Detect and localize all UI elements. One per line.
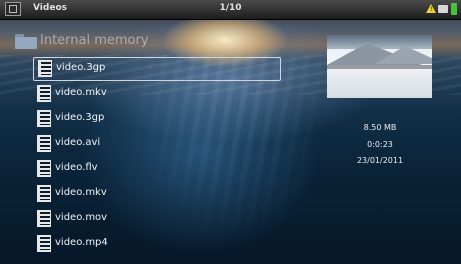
- file-name: video.mkv: [55, 87, 107, 98]
- file-item-2[interactable]: video.mkv: [33, 83, 281, 107]
- file-name: video.3gp: [55, 112, 105, 123]
- folder-label[interactable]: Internal memory: [40, 33, 149, 48]
- file-item-3[interactable]: video.3gp: [33, 108, 281, 132]
- file-item-5[interactable]: video.flv: [33, 158, 281, 182]
- item-counter: 1/10: [219, 3, 242, 13]
- top-bar: Videos 1/10 !: [0, 0, 461, 20]
- video-file-icon: [37, 235, 51, 252]
- file-duration: 0:0:23: [367, 140, 393, 149]
- warning-icon: !: [426, 4, 436, 13]
- file-item-6[interactable]: video.mkv: [33, 183, 281, 207]
- storage-icon: [438, 5, 448, 13]
- video-file-icon: [38, 60, 52, 77]
- video-file-icon: [37, 185, 51, 202]
- file-name: video.avi: [55, 137, 101, 148]
- folder-icon: [15, 34, 37, 49]
- file-item-1[interactable]: video.3gp: [33, 57, 281, 81]
- file-date: 23/01/2011: [356, 156, 404, 165]
- file-name: video.mkv: [55, 187, 107, 198]
- file-name: video.flv: [55, 162, 98, 173]
- file-name: video.3gp: [56, 62, 106, 73]
- file-item-4[interactable]: video.avi: [33, 133, 281, 157]
- file-name: video.mov: [55, 212, 108, 223]
- video-thumbnail: [327, 35, 432, 98]
- video-file-icon: [37, 210, 51, 227]
- video-file-icon: [37, 135, 51, 152]
- video-file-icon: [37, 110, 51, 127]
- file-name: video.mp4: [55, 237, 108, 248]
- video-file-icon: [37, 160, 51, 177]
- battery-icon: [451, 3, 457, 15]
- video-browser-screen: Videos 1/10 ! Internal memory video.3gp …: [0, 0, 461, 264]
- file-size: 8.50 MB: [363, 123, 397, 132]
- file-item-8[interactable]: video.mp4: [33, 233, 281, 257]
- video-file-icon: [37, 85, 51, 102]
- file-item-7[interactable]: video.mov: [33, 208, 281, 232]
